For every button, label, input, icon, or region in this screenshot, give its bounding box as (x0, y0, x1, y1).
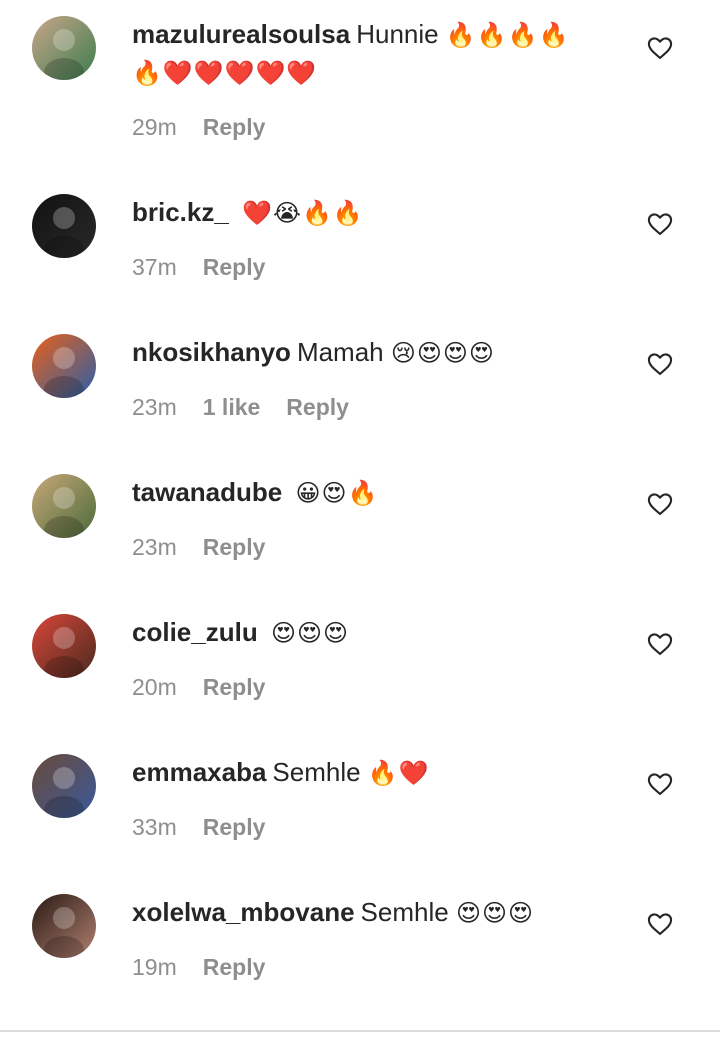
comment-username[interactable]: mazulurealsoulsa (132, 19, 350, 49)
comment-body: mazulurealsoulsa Hunnie 🔥🔥🔥🔥 🔥❤️❤️❤️❤️❤️ (132, 16, 612, 92)
comment-text: Semhle (360, 897, 449, 927)
comment-emoji: 😍😍😍 (455, 900, 534, 927)
comment-username[interactable]: tawanadube (132, 477, 282, 507)
comment-emoji: 😀😍🔥 (295, 480, 379, 507)
avatar[interactable] (32, 614, 96, 678)
comment-text: Hunnie (356, 19, 439, 49)
avatar[interactable] (32, 194, 96, 258)
comment-emoji: 🔥❤️ (367, 760, 430, 787)
comment-emoji: 😢😍😍😍 (390, 340, 495, 367)
comment-time: 23m (132, 534, 177, 560)
heart-outline-icon[interactable] (646, 630, 674, 658)
reply-button[interactable]: Reply (286, 394, 349, 421)
comment-meta: 23m 1 like Reply (132, 394, 349, 421)
comment-emoji: 😍😍😍 (270, 620, 349, 647)
comment-meta: 29m Reply (132, 114, 265, 141)
reply-button[interactable]: Reply (203, 254, 266, 281)
comment-meta: 23m Reply (132, 534, 265, 561)
reply-button[interactable]: Reply (203, 954, 266, 981)
reply-button[interactable]: Reply (203, 114, 266, 141)
comment-row: mazulurealsoulsa Hunnie 🔥🔥🔥🔥 🔥❤️❤️❤️❤️❤️ 29… (0, 0, 720, 140)
avatar[interactable] (32, 334, 96, 398)
heart-outline-icon[interactable] (646, 770, 674, 798)
avatar[interactable] (32, 474, 96, 538)
heart-outline-icon[interactable] (646, 350, 674, 378)
reply-button[interactable]: Reply (203, 534, 266, 561)
comment-body: xolelwa_mbovane Semhle 😍😍😍 (132, 894, 612, 932)
comment-time: 19m (132, 954, 177, 980)
comment-time: 29m (132, 114, 177, 140)
comment-username[interactable]: emmaxaba (132, 757, 266, 787)
comment-meta: 20m Reply (132, 674, 265, 701)
avatar[interactable] (32, 16, 96, 80)
comment-username[interactable]: xolelwa_mbovane (132, 897, 355, 927)
heart-outline-icon[interactable] (646, 490, 674, 518)
reply-button[interactable]: Reply (203, 674, 266, 701)
comment-row: colie_zulu 😍😍😍 20m Reply (0, 598, 720, 738)
comment-likes[interactable]: 1 like (203, 394, 261, 421)
heart-outline-icon[interactable] (646, 34, 674, 62)
avatar[interactable] (32, 754, 96, 818)
avatar[interactable] (32, 894, 96, 958)
comment-emoji-line2: 🔥❤️❤️❤️❤️❤️ (132, 60, 318, 87)
comment-body: bric.kz_ ❤️😭🔥🔥 (132, 194, 612, 232)
comment-meta: 33m Reply (132, 814, 265, 841)
comment-emoji: ❤️😭🔥🔥 (242, 200, 364, 227)
comment-row: nkosikhanyo Mamah 😢😍😍😍 23m 1 like Reply (0, 318, 720, 458)
comment-username[interactable]: nkosikhanyo (132, 337, 291, 367)
comment-emoji: 🔥🔥🔥🔥 (445, 22, 570, 49)
comment-body: nkosikhanyo Mamah 😢😍😍😍 (132, 334, 612, 372)
comment-meta: 37m Reply (132, 254, 265, 281)
comment-row: xolelwa_mbovane Semhle 😍😍😍 19m Reply (0, 878, 720, 1018)
comment-meta: 19m Reply (132, 954, 265, 981)
heart-outline-icon[interactable] (646, 910, 674, 938)
reply-button[interactable]: Reply (203, 814, 266, 841)
comment-text: Mamah (296, 337, 384, 367)
comment-username[interactable]: colie_zulu (132, 617, 258, 647)
comment-row: tawanadube 😀😍🔥 23m Reply (0, 458, 720, 598)
comment-body: colie_zulu 😍😍😍 (132, 614, 612, 652)
comment-text: Semhle (272, 757, 361, 787)
comment-body: emmaxaba Semhle 🔥❤️ (132, 754, 612, 792)
comment-time: 37m (132, 254, 177, 280)
divider (0, 1030, 720, 1032)
comment-time: 20m (132, 674, 177, 700)
comment-body: tawanadube 😀😍🔥 (132, 474, 612, 512)
comment-row: bric.kz_ ❤️😭🔥🔥 37m Reply (0, 178, 720, 318)
comment-time: 23m (132, 394, 177, 420)
comments-list: mazulurealsoulsa Hunnie 🔥🔥🔥🔥 🔥❤️❤️❤️❤️❤️ 29… (0, 0, 720, 1042)
comment-row: emmaxaba Semhle 🔥❤️ 33m Reply (0, 738, 720, 878)
comment-time: 33m (132, 814, 177, 840)
heart-outline-icon[interactable] (646, 210, 674, 238)
comment-username[interactable]: bric.kz_ (132, 197, 229, 227)
